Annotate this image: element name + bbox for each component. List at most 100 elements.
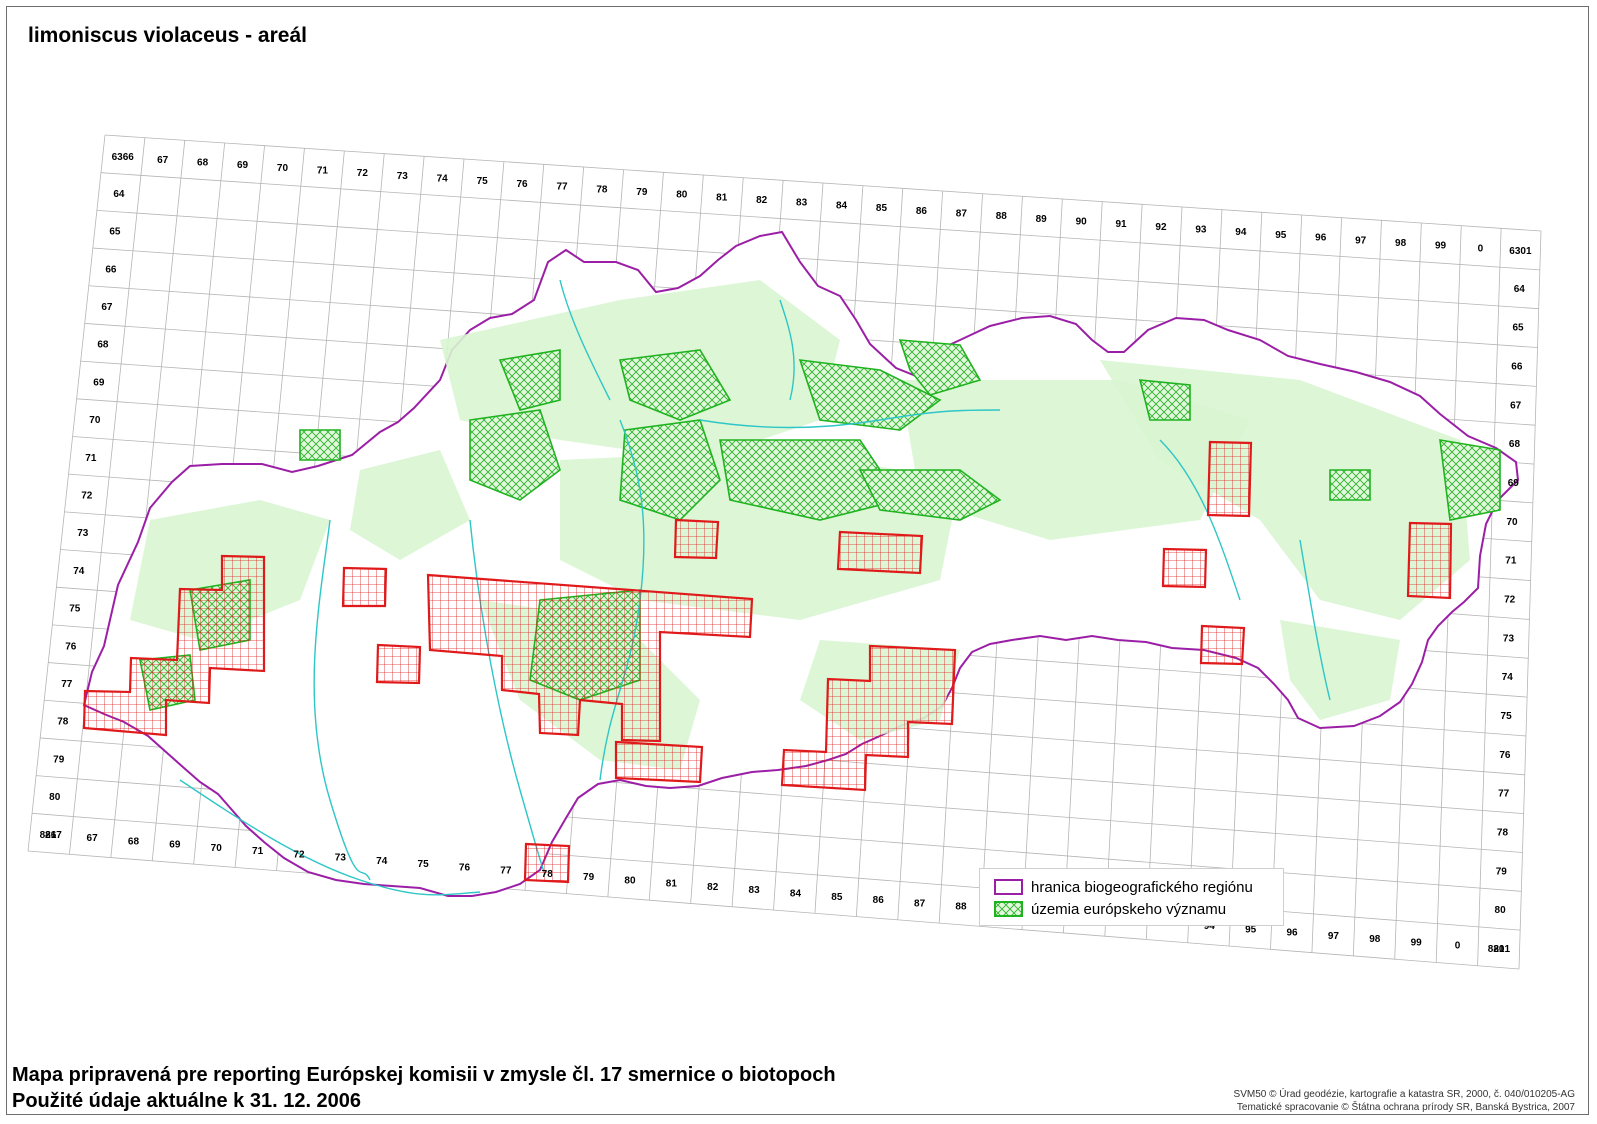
- grid-label-left: 72: [81, 490, 93, 501]
- grid-label-top: 68: [197, 157, 209, 168]
- grid-label-right: 65: [1512, 323, 1524, 334]
- grid-label-bottom: 85: [831, 892, 843, 903]
- grid-label-bottom: 97: [1328, 931, 1340, 942]
- grid-label-top: 96: [1315, 233, 1327, 244]
- grid-label-top: 69: [237, 160, 249, 171]
- grid-label-top: 93: [1195, 225, 1207, 236]
- grid-label-left: 71: [85, 453, 97, 464]
- grid-label-bottom: 80: [624, 875, 636, 886]
- grid-label-left: 78: [57, 717, 69, 728]
- credits-line-1: SVM50 © Úrad geodézie, kartografie a kat…: [1233, 1089, 1575, 1100]
- grid-label-right: 69: [1508, 478, 1520, 489]
- grid-label-bottom: 87: [914, 898, 926, 909]
- grid-label-right: 79: [1496, 866, 1508, 877]
- grid-label-top: 98: [1395, 238, 1407, 249]
- grid-label-top: 97: [1355, 235, 1367, 246]
- grid-label-top: 77: [556, 182, 568, 193]
- grid-label-top: 91: [1116, 219, 1128, 230]
- grid-label-left: 66: [105, 264, 117, 275]
- grid-label-right: 77: [1498, 789, 1510, 800]
- grid-label-top: 74: [437, 174, 449, 185]
- grid-label-right: 67: [1510, 400, 1522, 411]
- grid-label-bottom: 81: [666, 879, 678, 890]
- green-hatch-swatch-icon: [994, 901, 1023, 917]
- grid-label-left: 74: [73, 566, 85, 577]
- grid-label-right: 74: [1502, 672, 1514, 683]
- grid-label-left: 68: [97, 340, 109, 351]
- grid-label-right: 72: [1504, 595, 1516, 606]
- purple-outline-swatch-icon: [994, 879, 1023, 895]
- occurrence-cell: [673, 518, 720, 560]
- grid-label-left: 76: [65, 641, 77, 652]
- grid-label-top: 89: [1036, 214, 1048, 225]
- grid-label-right: 76: [1499, 750, 1511, 761]
- legend-item-sites: územia európskeho významu: [994, 899, 1226, 919]
- grid-label-bottom: 70: [211, 843, 223, 854]
- footer-line-2: Použité údaje aktuálne k 31. 12. 2006: [12, 1090, 362, 1112]
- footer-text: Mapa pripravená pre reporting Európskej …: [12, 1062, 836, 1114]
- occurrence-cell: [836, 530, 924, 575]
- grid-label-right: 81: [1493, 944, 1505, 955]
- grid-label-top: 87: [956, 208, 968, 219]
- grid-label-top: 71: [317, 165, 329, 176]
- grid-line: [100, 172, 1540, 271]
- grid-label-right: 78: [1497, 827, 1509, 838]
- grid-label-bottom: 77: [500, 866, 512, 877]
- grid-label-bottom: 68: [128, 836, 140, 847]
- grid-label-top: 6301: [1509, 246, 1532, 257]
- grid-label-left: 80: [49, 792, 61, 803]
- grid-label-left: 75: [69, 604, 81, 615]
- grid-label-right: 70: [1507, 517, 1519, 528]
- grid-label-top: 0: [1478, 243, 1484, 254]
- grid-label-top: 92: [1155, 222, 1167, 233]
- grid-label-left: 79: [53, 754, 65, 765]
- grid-label-right: 68: [1509, 439, 1521, 450]
- grid-line: [1518, 230, 1542, 970]
- grid-label-top: 84: [836, 200, 848, 211]
- grid-label-bottom: 96: [1286, 928, 1298, 939]
- grid-label-bottom: 73: [335, 853, 347, 864]
- grid-label-top: 80: [676, 190, 688, 201]
- occurrence-cell: [1206, 440, 1253, 518]
- grid-label-bottom: 69: [169, 840, 181, 851]
- occurrence-cell: [614, 740, 704, 784]
- grid-label-top: 73: [397, 171, 409, 182]
- grid-label-top: 85: [876, 203, 888, 214]
- grid-label-left: 73: [77, 528, 89, 539]
- grid-label-right: 80: [1495, 905, 1507, 916]
- distribution-map: 6366 67 68 69 70 71 72 73 74 75 76 77 78 79 80 81 82 83 84…: [27, 134, 1542, 970]
- grid-label-top: 90: [1076, 216, 1088, 227]
- grid-label-top: 76: [517, 179, 529, 190]
- grid-label-bottom: 98: [1369, 934, 1381, 945]
- credits-line-2: Tematické spracovanie © Štátna ochrana p…: [1236, 1102, 1575, 1113]
- grid-label-bottom: 75: [418, 859, 430, 870]
- grid-label-right: 66: [1511, 362, 1523, 373]
- grid-label-right: 73: [1503, 633, 1515, 644]
- grid-label-top: 79: [636, 187, 648, 198]
- grid-label-bottom: 95: [1245, 924, 1257, 935]
- natura2000-site: [1329, 469, 1371, 501]
- grid-label-bottom: 78: [542, 869, 554, 880]
- legend-item-boundary: hranica biogeografického regiónu: [994, 877, 1253, 897]
- grid-label-right: 64: [1514, 284, 1526, 295]
- occurrence-cell: [375, 643, 422, 685]
- grid-label-top: 6366: [112, 152, 135, 163]
- grid-label-left: 67: [101, 302, 113, 313]
- grid-label-top: 99: [1435, 241, 1447, 252]
- grid-label-left: 81: [45, 830, 57, 841]
- grid-line: [104, 134, 1542, 232]
- grid-label-bottom: 71: [252, 846, 264, 857]
- grid-line: [27, 850, 1520, 970]
- grid-label-top: 82: [756, 195, 768, 206]
- grid-label-top: 81: [716, 192, 728, 203]
- occurrence-cell: [1161, 547, 1208, 589]
- occurrence-cell: [1406, 521, 1453, 600]
- occurrence-cell: [1199, 624, 1246, 666]
- grid-label-bottom: 67: [87, 833, 99, 844]
- grid-label-top: 75: [477, 176, 489, 187]
- grid-label-right: 75: [1501, 711, 1513, 722]
- legend-label: hranica biogeografického regiónu: [1031, 878, 1253, 896]
- grid-label-left: 64: [113, 189, 125, 200]
- grid-label-left: 70: [89, 415, 101, 426]
- credits: SVM50 © Úrad geodézie, kartografie a kat…: [1234, 1088, 1575, 1114]
